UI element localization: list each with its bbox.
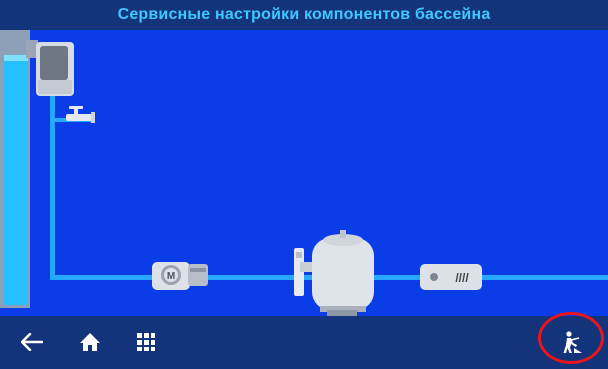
highlight-ring bbox=[538, 312, 604, 364]
pool-tank[interactable] bbox=[0, 30, 30, 308]
skimmer[interactable] bbox=[26, 40, 74, 96]
home-icon bbox=[80, 333, 100, 351]
sand-filter[interactable] bbox=[294, 230, 374, 316]
back-button[interactable] bbox=[14, 324, 50, 360]
app-window: Сервисные настройки компонентов бассейна bbox=[0, 0, 608, 369]
bottom-toolbar bbox=[0, 316, 608, 369]
title-bar: Сервисные настройки компонентов бассейна bbox=[0, 0, 608, 30]
menu-grid-button[interactable] bbox=[128, 324, 164, 360]
home-button[interactable] bbox=[72, 324, 108, 360]
tap-valve[interactable] bbox=[66, 106, 95, 123]
heater[interactable]: //// bbox=[420, 264, 482, 290]
pump[interactable]: M bbox=[152, 262, 208, 290]
pump-label: M bbox=[167, 271, 175, 282]
grid-menu-icon bbox=[137, 333, 155, 351]
page-title: Сервисные настройки компонентов бассейна bbox=[117, 6, 491, 23]
pool-diagram: M //// bbox=[0, 30, 608, 316]
arrow-left-icon bbox=[21, 333, 43, 351]
heater-label: //// bbox=[455, 271, 469, 285]
pool-scheme: M //// bbox=[0, 30, 608, 316]
